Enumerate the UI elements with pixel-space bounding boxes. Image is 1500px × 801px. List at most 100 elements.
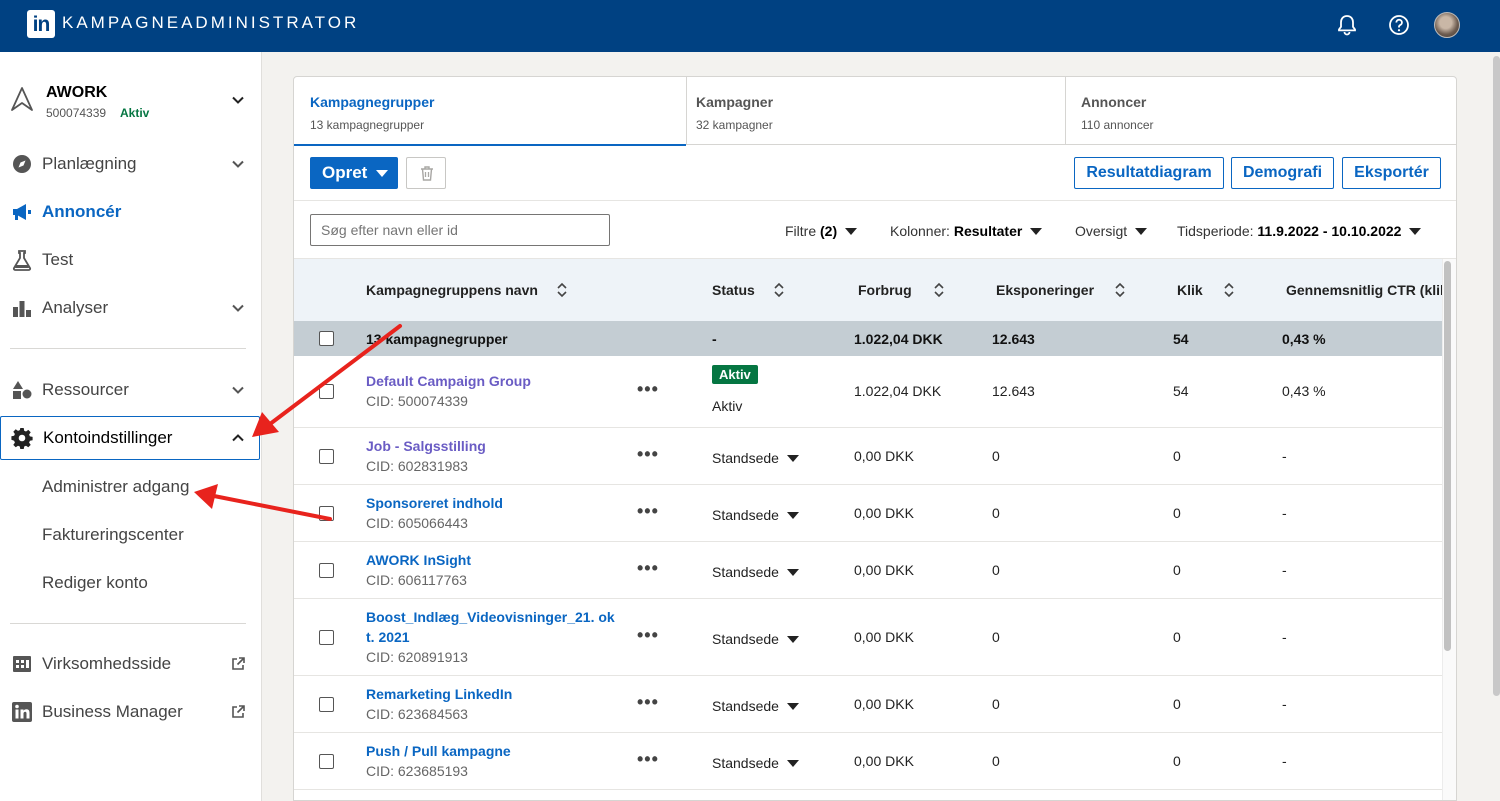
row-checkbox[interactable] [319, 449, 334, 464]
create-button[interactable]: Opret [310, 157, 398, 189]
campaign-group-name-link[interactable]: Job - Salgsstilling [366, 438, 486, 454]
campaign-group-name-link[interactable]: Push / Pull kampagne [366, 743, 511, 759]
result-chart-button[interactable]: Resultatdiagram [1074, 157, 1224, 189]
chevron-up-icon[interactable] [230, 430, 246, 446]
column-header-ctr[interactable]: Gennemsnitlig CTR (klik) [1286, 282, 1442, 298]
column-header-name[interactable]: Kampagnegruppens navn [366, 282, 538, 298]
chevron-down-icon[interactable] [230, 156, 246, 172]
status-text: Standsede [712, 631, 779, 647]
sidebar-item-resources[interactable]: Ressourcer [0, 368, 262, 412]
impressions-cell: 0 [992, 629, 1000, 645]
row-checkbox[interactable] [319, 630, 334, 645]
sidebar-item-planning[interactable]: Planlægning [0, 142, 262, 186]
row-menu-button[interactable]: ••• [637, 692, 659, 713]
sidebar-item-label: Kontoindstillinger [43, 428, 173, 447]
campaign-group-name-link[interactable]: t. 2021 [366, 629, 410, 645]
chevron-down-icon[interactable] [230, 300, 246, 316]
campaign-group-name-link[interactable]: Remarketing LinkedIn [366, 686, 512, 702]
table-scrollbar-thumb[interactable] [1444, 261, 1451, 651]
status-text: Aktiv [712, 398, 743, 414]
impressions-cell: 12.643 [992, 383, 1035, 399]
row-checkbox[interactable] [319, 506, 334, 521]
spend-cell: 0,00 DKK [854, 629, 914, 645]
column-header-status[interactable]: Status [712, 282, 755, 298]
status-dropdown[interactable]: Standsede [712, 564, 799, 580]
summary-name: 13 kampagnegrupper [366, 331, 508, 347]
help-icon[interactable] [1386, 12, 1412, 38]
sidebar-item-business-manager[interactable]: Business Manager [0, 690, 262, 734]
sidebar-subitem-billing-center[interactable]: Faktureringscenter [42, 525, 184, 545]
row-menu-button[interactable]: ••• [637, 625, 659, 646]
sidebar-item-test[interactable]: Test [0, 238, 262, 282]
sidebar-item-company-page[interactable]: Virksomhedsside [0, 642, 262, 686]
filters-dropdown[interactable]: Filtre (2) [785, 223, 858, 239]
status-dropdown[interactable]: Standsede [712, 507, 799, 523]
status-dropdown[interactable]: Standsede [712, 631, 799, 647]
create-button-label: Opret [322, 163, 368, 182]
megaphone-icon [13, 204, 31, 220]
sort-icon[interactable] [773, 281, 785, 299]
sidebar-item-label: Business Manager [42, 702, 183, 721]
row-checkbox[interactable] [319, 563, 334, 578]
campaign-group-name-link[interactable]: AWORK InSight [366, 552, 471, 568]
status-text: Standsede [712, 450, 779, 466]
page-scrollbar-thumb[interactable] [1493, 56, 1500, 696]
caret-down-icon [786, 455, 799, 462]
row-checkbox[interactable] [319, 697, 334, 712]
row-menu-button[interactable]: ••• [637, 501, 659, 522]
campaign-group-name-link[interactable]: Default Campaign Group [366, 373, 531, 389]
sort-icon[interactable] [933, 281, 945, 299]
table-row: Remarketing LinkedIn CID: 623684563 ••• … [294, 676, 1442, 733]
sidebar-item-account-settings[interactable]: Kontoindstillinger [0, 416, 260, 460]
search-input[interactable] [310, 214, 610, 246]
status-text: Standsede [712, 755, 779, 771]
caret-down-icon [845, 228, 858, 235]
campaign-group-name-link[interactable]: Boost_Indlæg_Videovisninger_21. ok [366, 609, 615, 625]
account-name: AWORK [46, 84, 108, 101]
table-row: Boost_Indlæg_Videovisninger_21. ok t. 20… [294, 599, 1442, 676]
bell-icon[interactable] [1334, 12, 1360, 38]
status-dropdown[interactable]: Standsede [712, 450, 799, 466]
chevron-down-icon[interactable] [230, 92, 246, 108]
spend-cell: 0,00 DKK [854, 562, 914, 578]
account-switcher[interactable]: AWORK 500074339 Aktiv [0, 74, 262, 134]
gear-icon [11, 428, 33, 449]
sidebar-subitem-edit-account[interactable]: Rediger konto [42, 573, 148, 593]
row-menu-button[interactable]: ••• [637, 558, 659, 579]
tab-ads[interactable]: Annoncer 110 annoncer [1065, 77, 1456, 145]
overview-dropdown[interactable]: Oversigt [1075, 223, 1148, 239]
columns-dropdown[interactable]: Kolonner: Resultater [890, 223, 1043, 239]
status-dropdown[interactable]: Standsede [712, 755, 799, 771]
row-menu-button[interactable]: ••• [637, 379, 659, 400]
select-all-checkbox[interactable] [319, 331, 334, 346]
linkedin-logo-icon[interactable]: in [27, 10, 55, 38]
sidebar-subitem-manage-access[interactable]: Administrer adgang [42, 477, 189, 497]
chevron-down-icon[interactable] [230, 382, 246, 398]
account-status: Aktiv [120, 106, 150, 120]
export-button[interactable]: Eksportér [1342, 157, 1441, 189]
summary-status: - [712, 331, 717, 347]
row-menu-button[interactable]: ••• [637, 444, 659, 465]
sort-icon[interactable] [1114, 281, 1126, 299]
demographics-button[interactable]: Demografi [1231, 157, 1334, 189]
ctr-cell: - [1282, 505, 1287, 521]
row-menu-button[interactable]: ••• [637, 749, 659, 770]
campaign-group-name-link[interactable]: Sponsoreret indhold [366, 495, 503, 511]
sidebar-item-analytics[interactable]: Analyser [0, 286, 262, 330]
column-header-clicks[interactable]: Klik [1177, 282, 1203, 298]
sort-icon[interactable] [556, 281, 568, 299]
sidebar-item-advertise[interactable]: Annoncér [0, 190, 262, 234]
avatar[interactable] [1434, 12, 1460, 38]
period-dropdown[interactable]: Tidsperiode: 11.9.2022 - 10.10.2022 [1177, 223, 1422, 239]
delete-button[interactable] [406, 157, 446, 189]
tab-campaign-groups[interactable]: Kampagnegrupper 13 kampagnegrupper [294, 77, 687, 146]
status-dropdown[interactable]: Standsede [712, 698, 799, 714]
tab-campaigns[interactable]: Kampagner 32 kampagner [680, 77, 1066, 145]
row-checkbox[interactable] [319, 754, 334, 769]
column-header-spend[interactable]: Forbrug [858, 282, 912, 298]
status-text: Standsede [712, 698, 779, 714]
row-checkbox[interactable] [319, 384, 334, 399]
sort-icon[interactable] [1223, 281, 1235, 299]
table-row: Default Campaign Group CID: 500074339 ••… [294, 356, 1442, 428]
column-header-impressions[interactable]: Eksponeringer [996, 282, 1094, 298]
